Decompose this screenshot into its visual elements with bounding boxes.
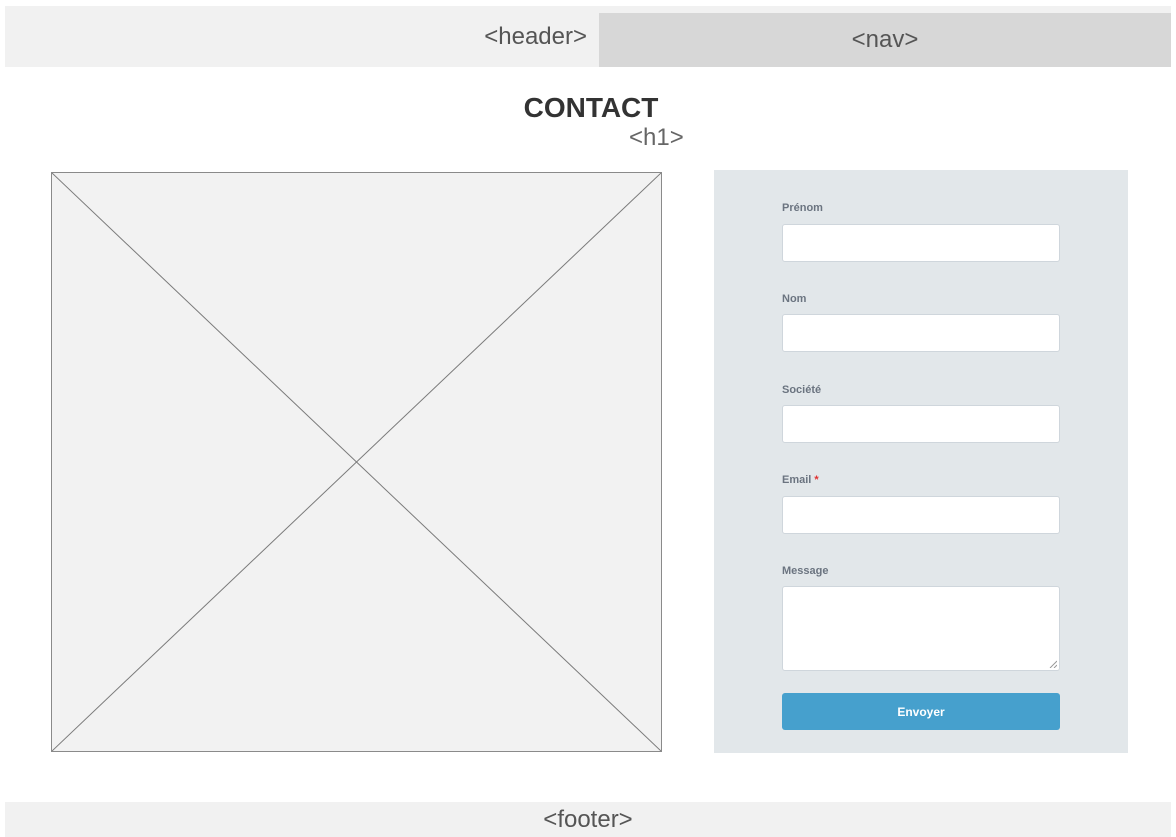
contact-form: Prénom Nom Société Email * Message Envoye… [714,170,1128,753]
footer-label: <footer> [543,805,633,833]
resize-handle-icon[interactable] [1049,660,1057,668]
nom-input[interactable] [782,314,1060,352]
submit-button[interactable]: Envoyer [782,693,1060,730]
header-label: <header> [484,22,587,50]
page-title: CONTACT [523,92,659,123]
image-placeholder-icon [52,173,661,751]
email-input[interactable] [782,496,1060,534]
field-label-message: Message [782,565,829,577]
image-placeholder [51,172,662,752]
field-label-prenom: Prénom [782,202,823,214]
nav[interactable]: <nav> [599,13,1171,67]
header: <header> <nav> [5,6,1171,67]
page: <header> <nav> CONTACT <h1> Prénom Nom S… [0,0,1176,837]
required-mark: * [814,474,819,486]
nav-label: <nav> [851,26,919,53]
field-label-nom: Nom [782,293,807,305]
h1-tag-label: <h1> [629,124,684,151]
message-textarea[interactable] [782,586,1060,671]
field-label-societe: Société [782,384,822,396]
field-label-email: Email * [782,474,819,486]
footer: <footer> [5,802,1171,837]
societe-input[interactable] [782,405,1060,443]
prenom-input[interactable] [782,224,1060,262]
